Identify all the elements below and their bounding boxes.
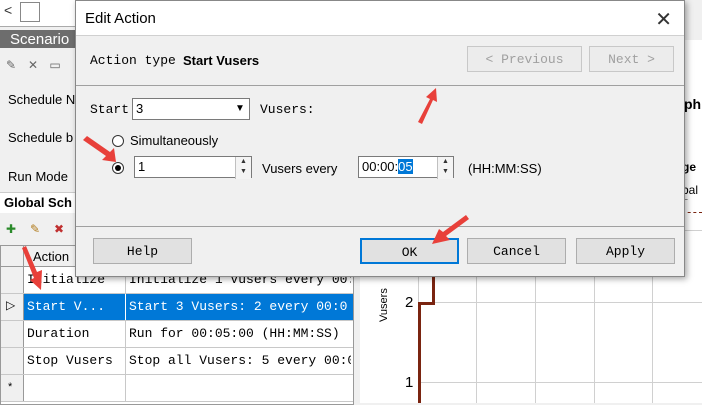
- annotation-arrows: [22, 88, 469, 290]
- arrow-icon: [22, 88, 469, 290]
